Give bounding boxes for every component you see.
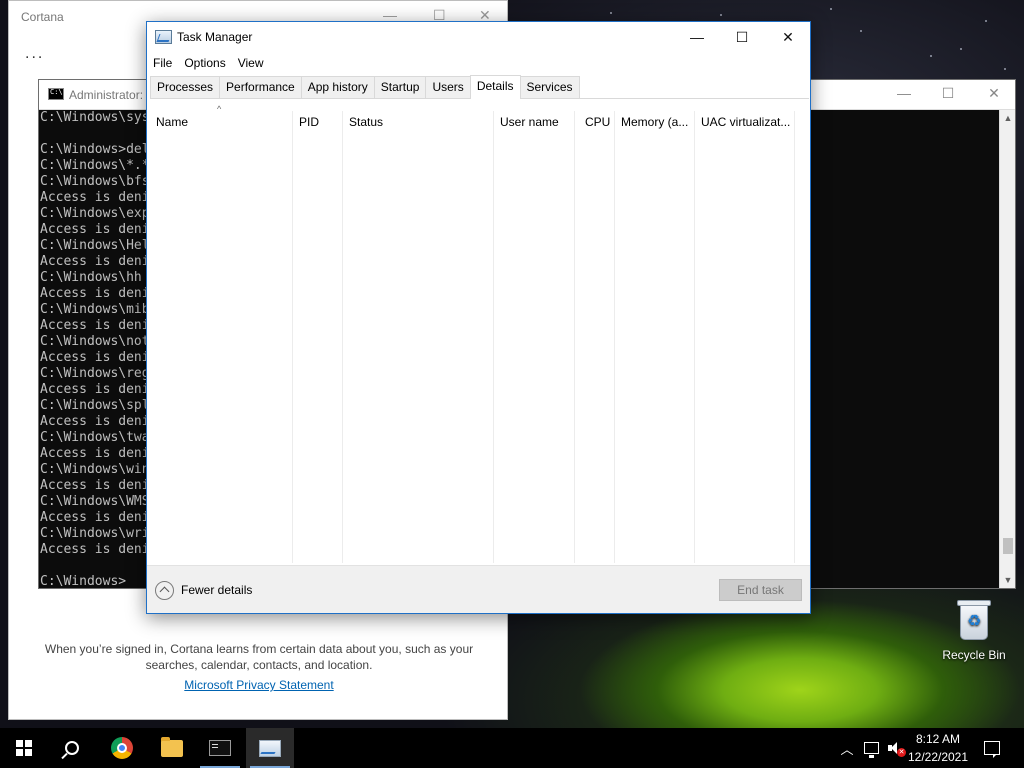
chrome-icon bbox=[111, 737, 133, 759]
tab-services[interactable]: Services bbox=[519, 76, 580, 98]
privacy-statement-link[interactable]: Microsoft Privacy Statement bbox=[9, 678, 509, 692]
tab-users[interactable]: Users bbox=[425, 76, 471, 98]
column-divider[interactable] bbox=[794, 111, 795, 563]
search-button[interactable] bbox=[48, 728, 96, 768]
file-explorer-icon bbox=[161, 736, 183, 757]
taskbar-chrome[interactable] bbox=[98, 728, 146, 768]
scroll-up-arrow-icon[interactable]: ▲ bbox=[1000, 110, 1016, 126]
column-header-user-name[interactable]: User name bbox=[494, 109, 574, 135]
taskbar-clock[interactable]: 8:12 AM 12/22/2021 bbox=[905, 730, 971, 766]
column-divider[interactable] bbox=[342, 111, 343, 563]
column-divider[interactable] bbox=[694, 111, 695, 563]
column-divider[interactable] bbox=[292, 111, 293, 563]
cmd-icon bbox=[48, 88, 64, 100]
tm-minimize-button[interactable]: — bbox=[674, 22, 720, 52]
tab-startup[interactable]: Startup bbox=[373, 76, 427, 98]
chevron-up-icon[interactable] bbox=[155, 581, 174, 600]
task-manager-taskbar-icon bbox=[259, 739, 281, 757]
task-manager-window: Task Manager — ☐ ✕ File Options View Pro… bbox=[146, 21, 811, 614]
action-center-button[interactable] bbox=[978, 728, 1006, 768]
scroll-down-arrow-icon[interactable]: ▼ bbox=[1000, 572, 1016, 588]
tm-tabs: Processes Performance App history Startu… bbox=[150, 75, 809, 99]
column-header-pid[interactable]: PID bbox=[293, 109, 342, 135]
tm-maximize-button[interactable]: ☐ bbox=[719, 22, 765, 52]
network-button[interactable] bbox=[860, 728, 882, 768]
tm-title: Task Manager bbox=[177, 30, 253, 44]
cmd-close-button[interactable]: ✕ bbox=[979, 85, 1009, 102]
tab-details[interactable]: Details bbox=[469, 75, 521, 99]
task-manager-icon bbox=[155, 30, 172, 44]
recycle-bin-desktop-icon[interactable]: ♻ Recycle Bin bbox=[936, 598, 1012, 662]
tab-performance[interactable]: Performance bbox=[219, 76, 302, 98]
column-header-uac-virtualization[interactable]: UAC virtualizat... bbox=[695, 109, 794, 135]
column-header-status[interactable]: Status bbox=[343, 109, 493, 135]
column-header-name[interactable]: Name bbox=[150, 109, 292, 135]
cmd-maximize-button[interactable]: ☐ bbox=[933, 85, 963, 102]
column-header-cpu[interactable]: CPU bbox=[575, 109, 614, 135]
chevron-up-icon: ︿ bbox=[840, 741, 854, 757]
taskbar-task-manager[interactable] bbox=[246, 728, 294, 768]
tm-menubar: File Options View bbox=[147, 53, 270, 75]
column-divider[interactable] bbox=[614, 111, 615, 563]
clock-date: 12/22/2021 bbox=[907, 750, 969, 764]
column-header-memory[interactable]: Memory (a... bbox=[615, 109, 694, 135]
cortana-more-button[interactable]: ... bbox=[25, 45, 44, 63]
end-task-button[interactable]: End task bbox=[719, 579, 802, 601]
clock-time: 8:12 AM bbox=[915, 732, 961, 746]
network-icon bbox=[863, 742, 879, 758]
menu-view[interactable]: View bbox=[232, 53, 270, 75]
taskbar: ︿ ✕ 8:12 AM 12/22/2021 bbox=[0, 728, 1024, 768]
volume-muted-icon: ✕ bbox=[888, 741, 906, 757]
recycle-bin-label: Recycle Bin bbox=[942, 648, 1006, 662]
start-button[interactable] bbox=[0, 728, 48, 768]
cortana-privacy-text: When you’re signed in, Cortana learns fr… bbox=[44, 642, 474, 672]
menu-file[interactable]: File bbox=[147, 53, 178, 75]
tab-processes[interactable]: Processes bbox=[150, 76, 221, 98]
cmd-title: Administrator: bbox=[69, 88, 144, 102]
taskbar-command-prompt[interactable] bbox=[196, 728, 244, 768]
cortana-title: Cortana bbox=[21, 10, 64, 24]
tm-titlebar[interactable]: Task Manager — ☐ ✕ bbox=[147, 22, 810, 52]
scrollbar-thumb[interactable] bbox=[1003, 538, 1013, 554]
column-divider[interactable] bbox=[493, 111, 494, 563]
tm-footer: Fewer details End task bbox=[147, 565, 810, 613]
details-table: ^ Name PID Status User name CPU Memory (… bbox=[150, 104, 810, 563]
volume-button[interactable]: ✕ bbox=[884, 728, 906, 768]
cmd-minimize-button[interactable]: — bbox=[889, 85, 919, 101]
cmd-scrollbar[interactable]: ▲ ▼ bbox=[999, 110, 1015, 588]
recycle-bin-icon: ♻ bbox=[954, 598, 994, 642]
fewer-details-link[interactable]: Fewer details bbox=[181, 583, 252, 597]
show-hidden-icons-button[interactable]: ︿ bbox=[836, 728, 858, 768]
column-divider[interactable] bbox=[574, 111, 575, 563]
tm-close-button[interactable]: ✕ bbox=[765, 22, 811, 52]
windows-logo-icon bbox=[16, 740, 32, 756]
command-prompt-icon bbox=[209, 740, 231, 756]
menu-options[interactable]: Options bbox=[178, 53, 231, 75]
taskbar-file-explorer[interactable] bbox=[148, 728, 196, 768]
notification-icon bbox=[984, 741, 1000, 758]
search-icon bbox=[65, 741, 79, 755]
tab-app-history[interactable]: App history bbox=[300, 76, 375, 98]
